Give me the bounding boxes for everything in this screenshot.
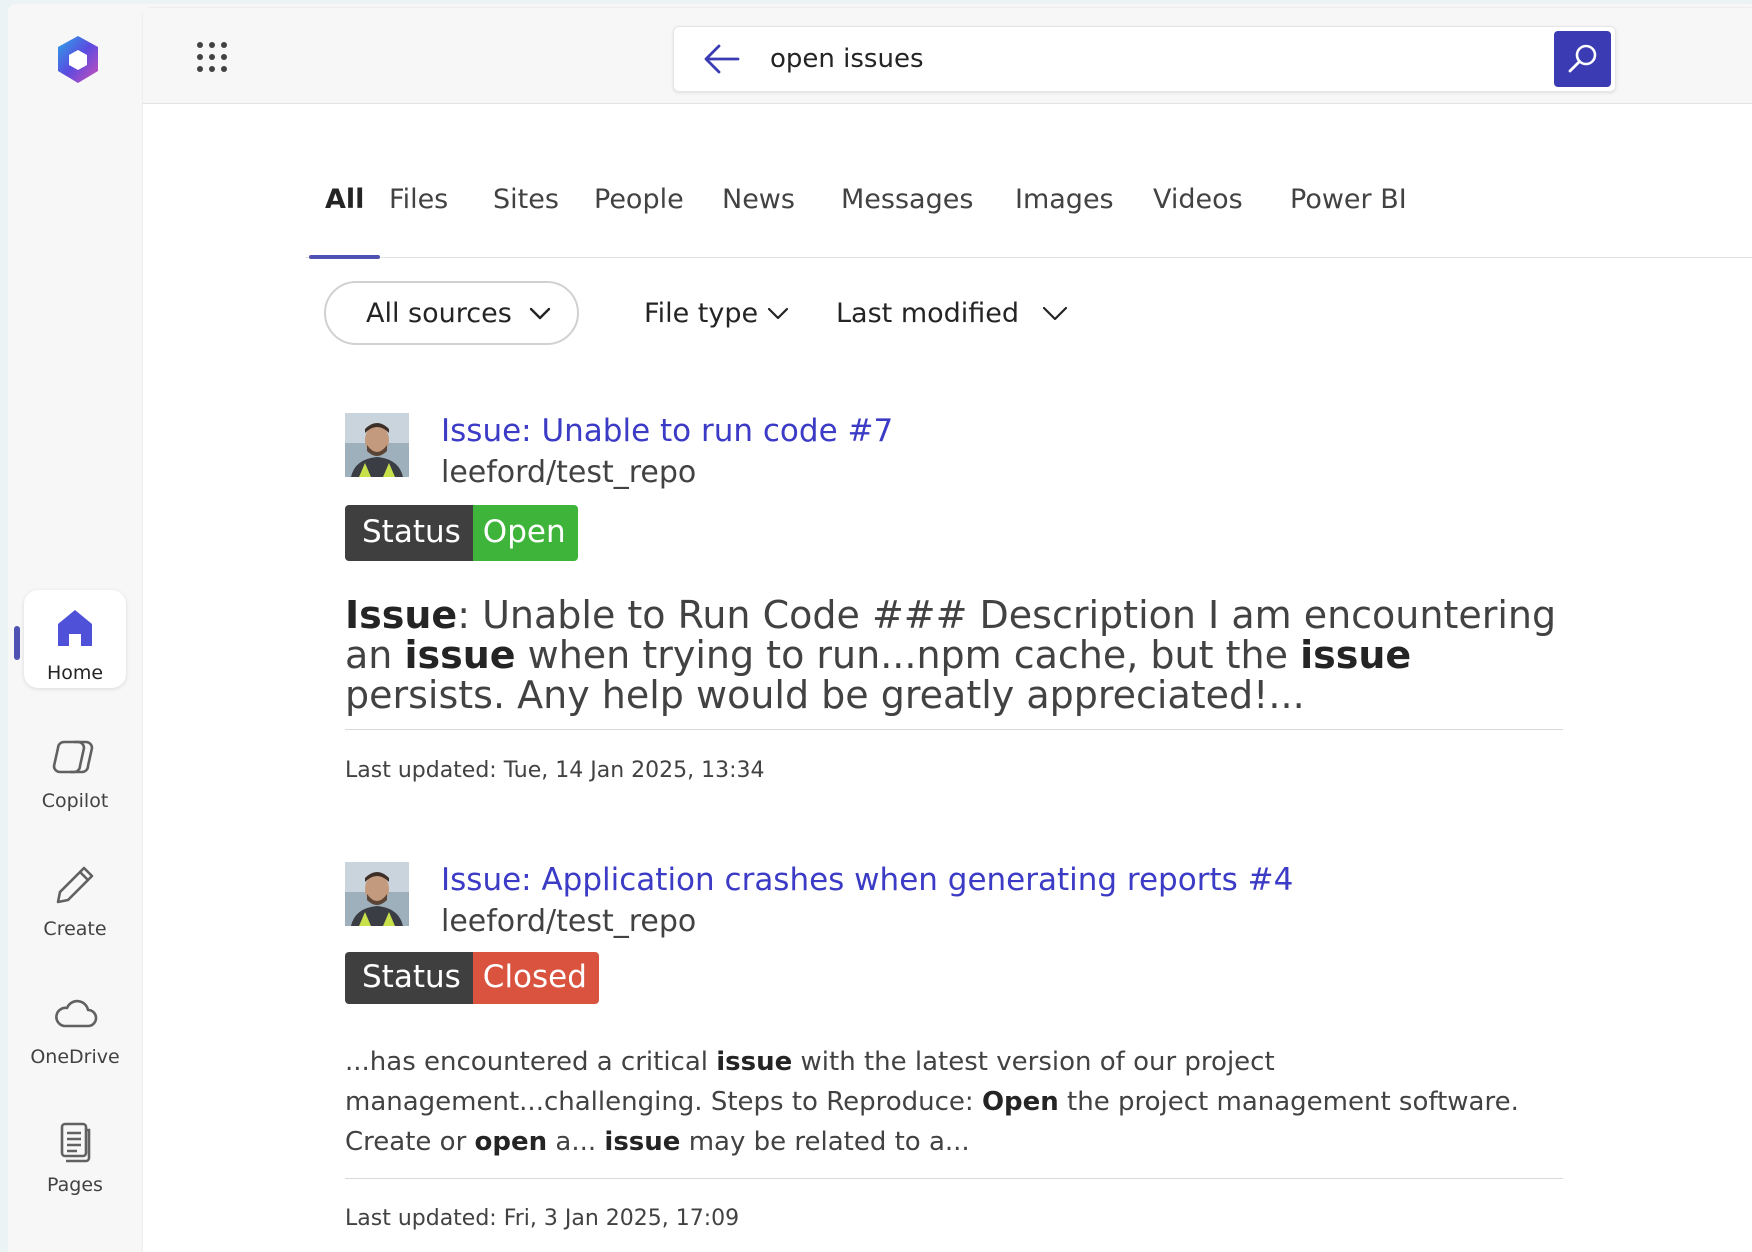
- all-sources-dropdown[interactable]: All sources: [324, 281, 579, 345]
- snippet-highlight: issue: [404, 633, 516, 677]
- snippet-highlight: issue: [1300, 633, 1412, 677]
- cloud-icon: [55, 999, 98, 1028]
- rail-item-label: Home: [46, 662, 104, 684]
- snippet-highlight: Open: [981, 1087, 1059, 1117]
- status-value: Open: [472, 505, 578, 561]
- top-bar: [143, 8, 1752, 104]
- search-icon: [1568, 44, 1596, 73]
- chevron-down-icon: [529, 307, 550, 320]
- pen-icon: [56, 866, 94, 904]
- snippet-highlight: issue: [716, 1047, 793, 1077]
- search-input[interactable]: [770, 37, 1450, 81]
- main-panel: All Files Sites People News Messages Ima…: [143, 8, 1752, 1252]
- status-badge: Status Open: [345, 505, 578, 561]
- tab-all[interactable]: All: [308, 178, 381, 259]
- app-window: Home Copilot Create OneDrive Pages open …: [8, 4, 1752, 1252]
- pages-icon: [60, 1122, 91, 1163]
- search-box: [673, 26, 1616, 92]
- home-icon: [58, 610, 92, 646]
- rail-item-pages[interactable]: Pages: [24, 1102, 126, 1200]
- result-divider: [345, 1178, 1563, 1179]
- tab-people[interactable]: People: [594, 178, 684, 258]
- rail-item-create[interactable]: Create: [24, 846, 126, 944]
- last-modified-dropdown[interactable]: Last modified: [836, 281, 1069, 345]
- chevron-down-icon: [1042, 306, 1068, 321]
- tab-videos[interactable]: Videos: [1153, 178, 1243, 258]
- snippet-highlight: Issue: [345, 595, 458, 637]
- status-badge: Status Closed: [345, 952, 599, 1004]
- last-updated: Last updated: Tue, 14 Jan 2025, 13:34: [345, 758, 765, 783]
- tab-sites[interactable]: Sites: [493, 178, 559, 258]
- status-value: Closed: [472, 952, 599, 1004]
- rail-item-home[interactable]: Home: [24, 590, 126, 688]
- tab-files[interactable]: Files: [389, 178, 448, 258]
- last-modified-label: Last modified: [836, 297, 1020, 329]
- snippet-text: may be related to a...: [680, 1127, 970, 1157]
- snippet-text: persists. Any help would be greatly appr…: [345, 673, 1305, 717]
- snippet-text: when trying to run...npm cache, but the: [515, 633, 1301, 677]
- tab-messages[interactable]: Messages: [841, 178, 973, 258]
- last-updated: Last updated: Fri, 3 Jan 2025, 17:09: [345, 1206, 740, 1231]
- status-key: Status: [345, 952, 473, 1004]
- status-key: Status: [345, 505, 473, 561]
- rail-item-copilot[interactable]: Copilot: [24, 718, 126, 816]
- search-tabs: All Files Sites People News Messages Ima…: [305, 178, 1752, 259]
- m365-logo-icon[interactable]: [50, 32, 106, 88]
- result-title-link[interactable]: Issue: Unable to run code #7: [441, 413, 893, 449]
- result-snippet: ...has encountered a critical issue with…: [345, 1042, 1563, 1162]
- author-avatar: [345, 862, 409, 926]
- back-arrow-icon[interactable]: [702, 41, 742, 77]
- result-divider: [345, 729, 1563, 730]
- snippet-highlight: issue: [604, 1127, 681, 1157]
- search-button[interactable]: [1554, 31, 1611, 87]
- author-avatar: [345, 413, 409, 477]
- tab-news[interactable]: News: [722, 178, 795, 258]
- result-repo: leeford/test_repo: [441, 455, 697, 490]
- tab-images[interactable]: Images: [1015, 178, 1114, 258]
- result-snippet: Issue: Unable to Run Code ### Descriptio…: [345, 595, 1563, 717]
- all-sources-label: All sources: [366, 297, 512, 329]
- tab-power-bi[interactable]: Power BI: [1290, 178, 1407, 258]
- active-indicator: [14, 626, 20, 660]
- result-repo: leeford/test_repo: [441, 904, 697, 939]
- snippet-highlight: open: [474, 1127, 548, 1157]
- app-launcher-icon[interactable]: [195, 40, 229, 74]
- copilot-icon: [52, 740, 94, 774]
- rail-item-label: Create: [43, 918, 107, 940]
- rail-item-label: OneDrive: [30, 1046, 120, 1068]
- chevron-down-icon: [767, 307, 789, 320]
- snippet-text: a...: [547, 1127, 605, 1157]
- snippet-text: ...has encountered a critical: [345, 1047, 717, 1077]
- file-type-dropdown[interactable]: File type: [644, 281, 790, 345]
- rail-item-onedrive[interactable]: OneDrive: [24, 974, 126, 1072]
- file-type-label: File type: [644, 297, 759, 329]
- result-title-link[interactable]: Issue: Application crashes when generati…: [441, 862, 1293, 898]
- rail-item-label: Pages: [47, 1174, 103, 1196]
- left-rail: Home Copilot Create OneDrive Pages: [8, 4, 143, 1252]
- rail-item-label: Copilot: [41, 790, 109, 812]
